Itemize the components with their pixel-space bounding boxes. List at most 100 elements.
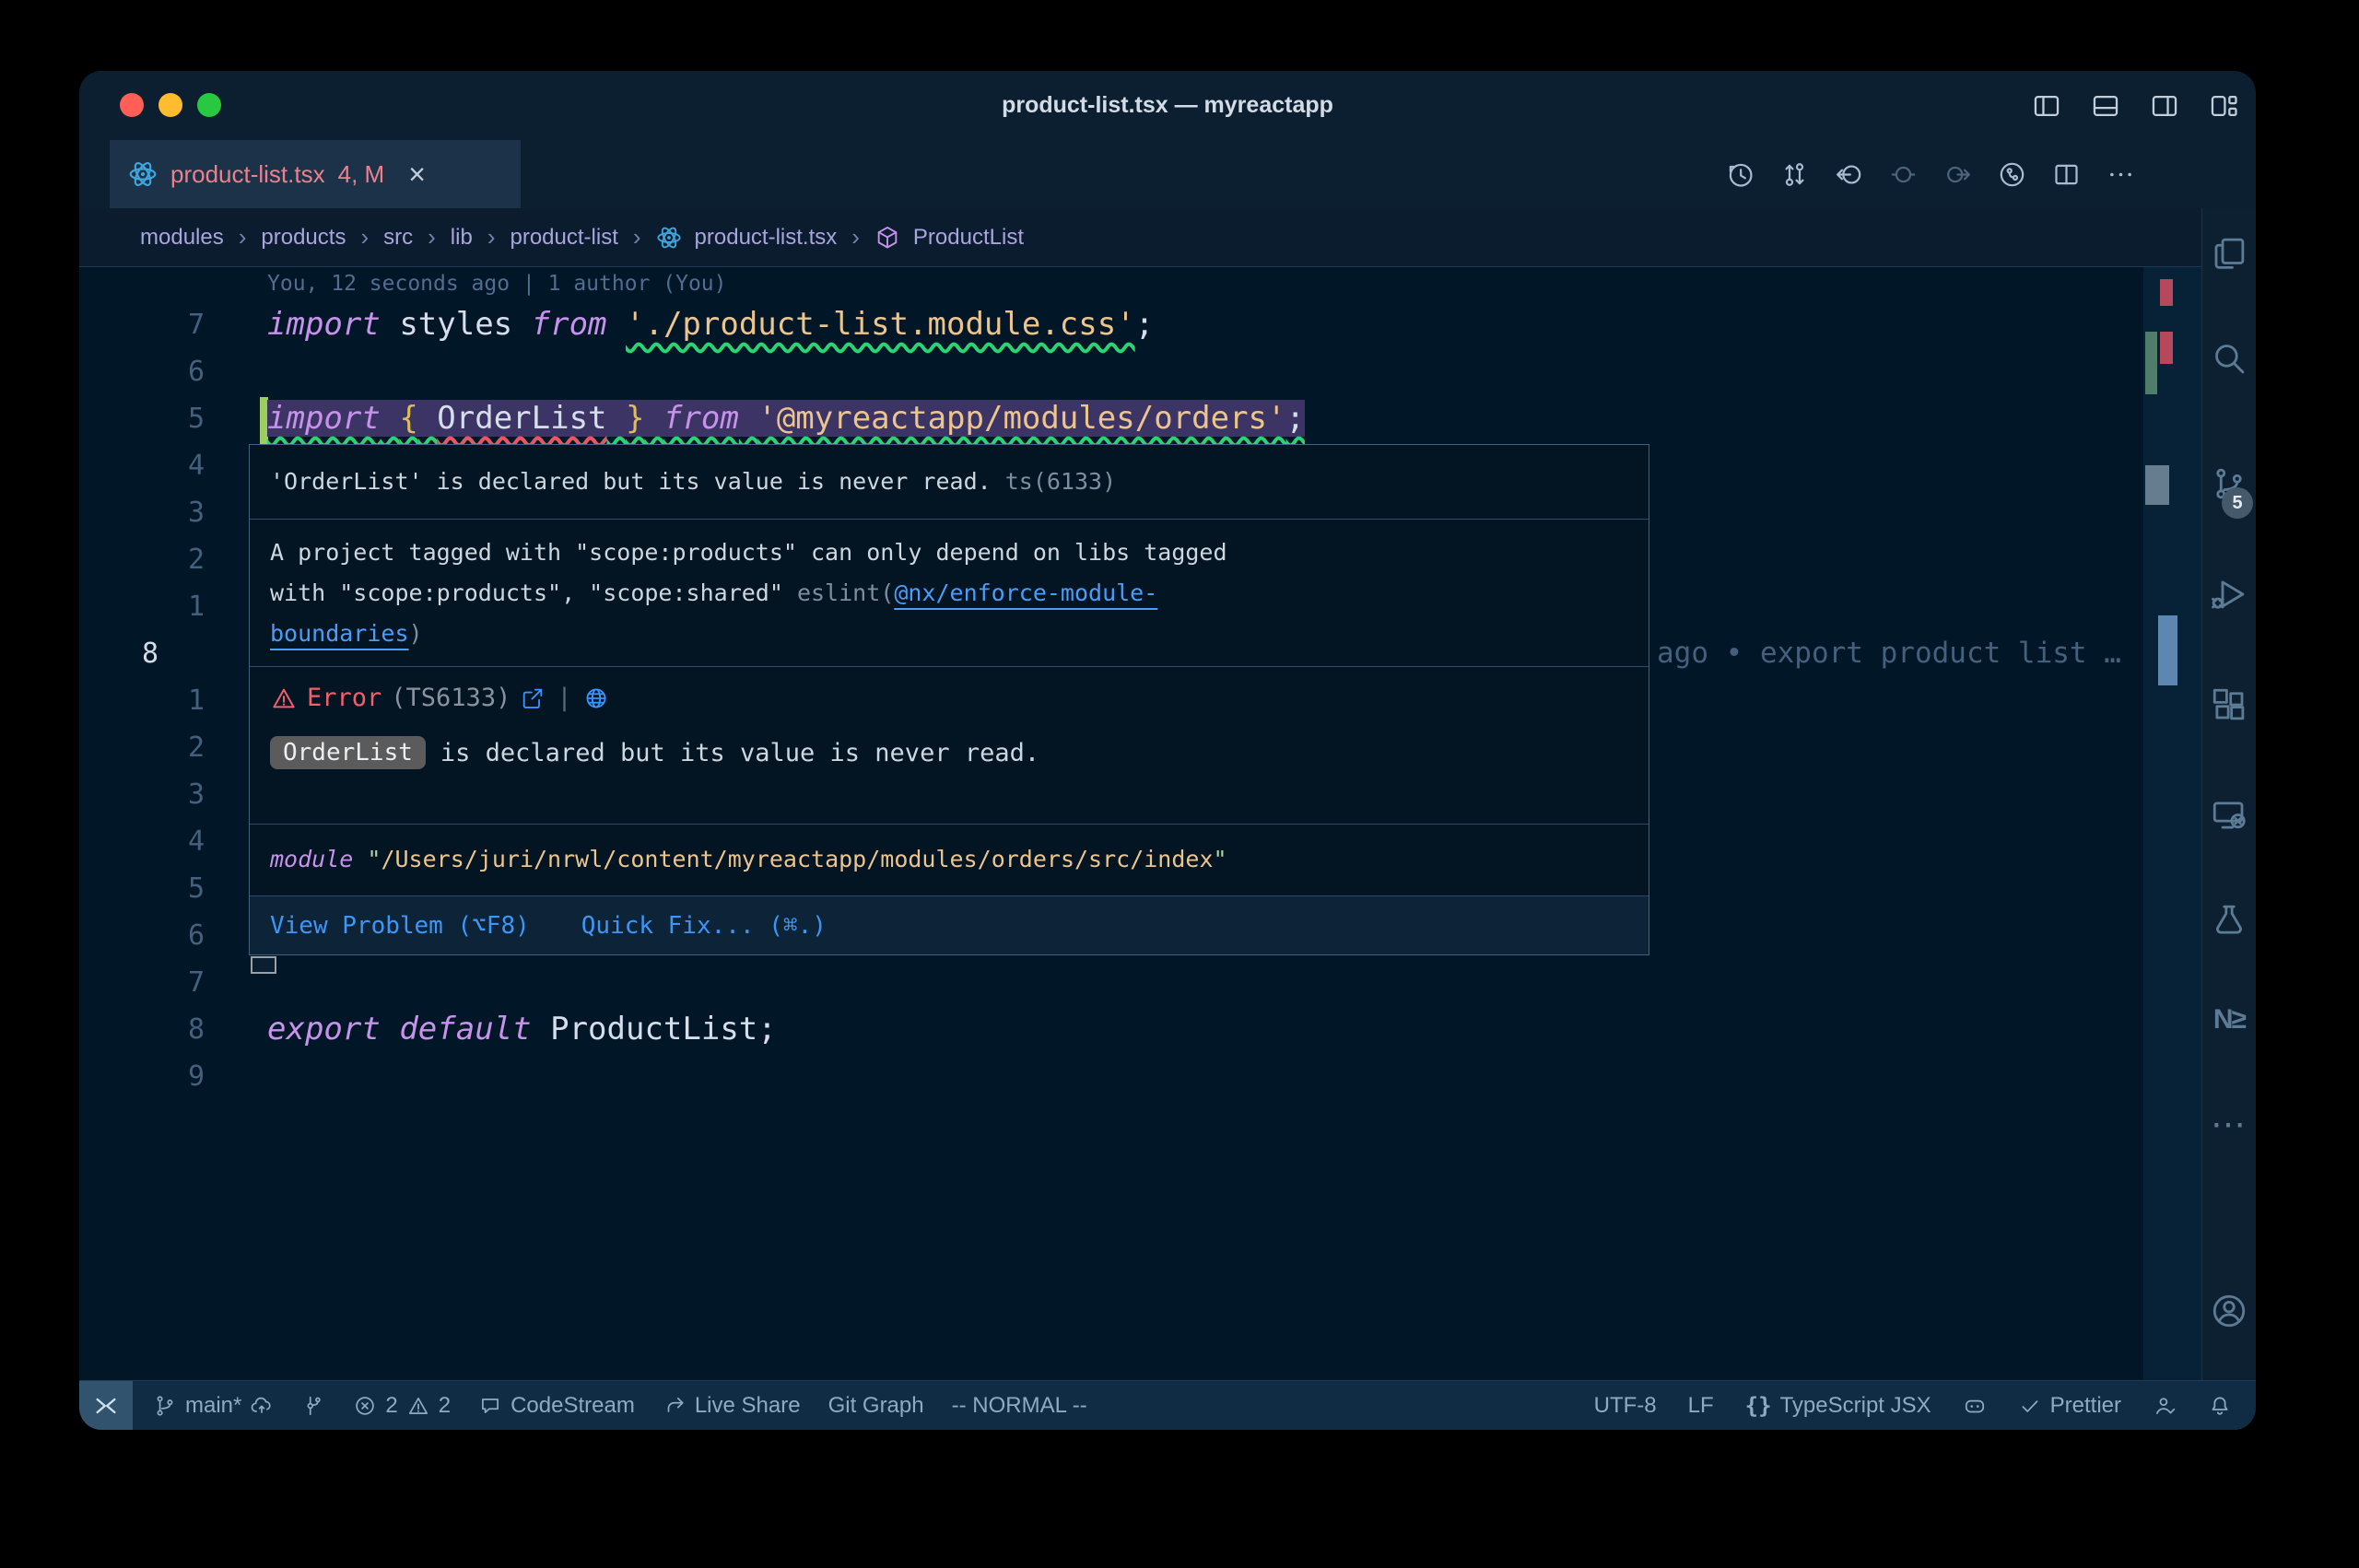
remote-explorer-icon[interactable] <box>2202 796 2256 835</box>
run-debug-icon[interactable] <box>2202 575 2256 614</box>
check-icon <box>2018 1394 2042 1418</box>
activity-bar: 5 N≥ ⋯ 1 <box>2201 208 2256 1381</box>
split-editor-icon[interactable] <box>2051 159 2082 190</box>
status-bar-right: UTF-8 LF {} TypeScript JSX Prettier <box>1563 1393 2256 1419</box>
code-line-export-default: export default ProductList; <box>267 1006 777 1053</box>
prettier-item[interactable]: Prettier <box>2018 1393 2121 1419</box>
line-number: 4 <box>131 818 205 865</box>
view-problem-action[interactable]: View Problem (⌥F8) <box>270 912 530 940</box>
hover-ts-message: 'OrderList' is declared but its value is… <box>250 445 1649 519</box>
open-external-icon[interactable] <box>520 685 546 711</box>
chevron-right-icon: › <box>237 223 249 252</box>
toggle-secondary-sidebar-icon[interactable] <box>2149 90 2180 122</box>
hover-module-path: module "/Users/juri/nrwl/content/myreact… <box>250 824 1649 895</box>
code-editor[interactable]: 7 6 5 4 3 2 1 8 1 2 3 4 5 6 7 8 9 You, 1… <box>79 267 2202 1381</box>
toggle-primary-sidebar-icon[interactable] <box>2031 90 2062 122</box>
line-number: 5 <box>131 865 205 912</box>
error-header-row: Error(TS6133) | <box>270 684 1628 712</box>
customize-layout-icon[interactable] <box>2208 90 2239 122</box>
tab-product-list[interactable]: product-list.tsx 4, M × <box>110 140 521 208</box>
quick-fix-action[interactable]: Quick Fix... (⌘.) <box>581 912 827 940</box>
breadcrumb-item-products[interactable]: products <box>261 225 346 251</box>
line-number: 3 <box>131 771 205 818</box>
code-line-import-styles: import styles from './product-list.modul… <box>267 301 1154 348</box>
hover-resize-grip[interactable] <box>251 956 276 974</box>
inline-blame-annotation: ago • export product list … <box>1657 630 2149 677</box>
language-item[interactable]: {} TypeScript JSX <box>1745 1393 1931 1419</box>
compare-changes-icon[interactable] <box>1779 159 1810 190</box>
more-actions-icon[interactable] <box>2106 159 2136 190</box>
breadcrumb: modules › products › src › lib › product… <box>79 208 2202 267</box>
window-title: product-list.tsx — myreactapp <box>79 71 2256 140</box>
chevron-right-icon: › <box>426 223 438 252</box>
live-share-label: Live Share <box>695 1393 801 1419</box>
remote-indicator[interactable] <box>79 1381 133 1430</box>
additional-views-icon[interactable]: ⋯ <box>2202 1104 2256 1145</box>
publish-cloud-icon <box>250 1394 274 1418</box>
encoding-item[interactable]: UTF-8 <box>1594 1393 1657 1419</box>
codestream-item[interactable]: CodeStream <box>478 1393 635 1419</box>
breadcrumb-item-modules[interactable]: modules <box>140 225 224 251</box>
error-mark <box>2160 279 2173 306</box>
chevron-right-icon: › <box>486 223 498 252</box>
keyword: import <box>267 306 381 343</box>
git-branch-label: main* <box>185 1393 241 1419</box>
warning-count: 2 <box>439 1393 451 1419</box>
ts-source-code: ts(6133) <box>1005 468 1116 495</box>
highlighted-statement: import { OrderList } from '@myreactapp/m… <box>267 400 1305 437</box>
git-blame-annotation: You, 12 seconds ago | 1 author (You) <box>267 267 727 300</box>
chip-message: is declared but its value is never read. <box>440 739 1039 767</box>
git-graph-item[interactable]: Git Graph <box>828 1393 924 1419</box>
live-share-item[interactable]: Live Share <box>663 1393 801 1419</box>
person-icon <box>2153 1394 2177 1418</box>
keyword: export <box>267 1011 381 1047</box>
breadcrumb-item-file[interactable]: product-list.tsx <box>695 225 838 251</box>
code-chip: OrderList <box>270 736 426 769</box>
breadcrumb-item-symbol[interactable]: ProductList <box>913 225 1024 251</box>
commit-graph-item[interactable] <box>301 1394 325 1418</box>
live-share-icon <box>663 1394 687 1418</box>
string: '@myreactapp/modules/orders' <box>757 400 1285 437</box>
source-control-graph-icon[interactable] <box>1997 159 2027 190</box>
toggle-panel-icon[interactable] <box>2090 90 2121 122</box>
navigate-forward-icon[interactable] <box>1942 159 1973 190</box>
overview-ruler[interactable] <box>2143 267 2202 1381</box>
eslint-rule-link[interactable]: boundaries <box>270 620 409 647</box>
status-bar: main* 2 2 CodeStream Live Share Git Grap… <box>79 1380 2256 1430</box>
breadcrumb-item-src[interactable]: src <box>383 225 413 251</box>
eol-item[interactable]: LF <box>1688 1393 1714 1419</box>
breadcrumb-item-lib[interactable]: lib <box>451 225 473 251</box>
eslint-rule-link[interactable]: @nx/enforce-module- <box>894 579 1157 606</box>
extensions-icon[interactable] <box>2202 685 2256 724</box>
account-icon[interactable] <box>2202 1292 2256 1330</box>
identifier: ProductList <box>550 1011 757 1047</box>
problems-item[interactable]: 2 2 <box>353 1393 451 1419</box>
braces-icon: {} <box>1745 1393 1772 1419</box>
explorer-icon[interactable] <box>2202 234 2256 273</box>
comment-bubble-icon <box>478 1394 502 1418</box>
live-share-contacts-item[interactable] <box>2153 1394 2177 1418</box>
copilot-item[interactable] <box>1963 1394 1987 1418</box>
tab-close-icon[interactable]: × <box>408 159 426 189</box>
line-number: 9 <box>131 1053 205 1100</box>
current-line-number: 8 <box>142 630 216 677</box>
editor-actions <box>1725 140 2136 208</box>
globe-icon[interactable] <box>583 685 609 711</box>
breadcrumb-item-product-list[interactable]: product-list <box>510 225 617 251</box>
vim-mode-indicator: -- NORMAL -- <box>952 1393 1087 1419</box>
testing-beaker-icon[interactable] <box>2202 901 2256 940</box>
notifications-item[interactable] <box>2208 1394 2232 1418</box>
search-icon[interactable] <box>2202 339 2256 378</box>
vertical-scrollbar-slider[interactable] <box>2158 615 2177 685</box>
punctuation: ; <box>1286 400 1305 437</box>
git-branch-item[interactable]: main* <box>153 1393 274 1419</box>
timeline-history-icon[interactable] <box>1725 159 1755 190</box>
keyword: default <box>399 1011 531 1047</box>
navigate-back-icon[interactable] <box>1834 159 1864 190</box>
symbol-cube-icon <box>874 225 900 251</box>
vscode-window: product-list.tsx — myreactapp product-li… <box>79 71 2256 1430</box>
prettier-label: Prettier <box>2050 1393 2121 1419</box>
line-number: 3 <box>131 489 205 536</box>
nx-console-icon[interactable]: N≥ <box>2202 1004 2256 1036</box>
brace: { <box>399 400 417 437</box>
